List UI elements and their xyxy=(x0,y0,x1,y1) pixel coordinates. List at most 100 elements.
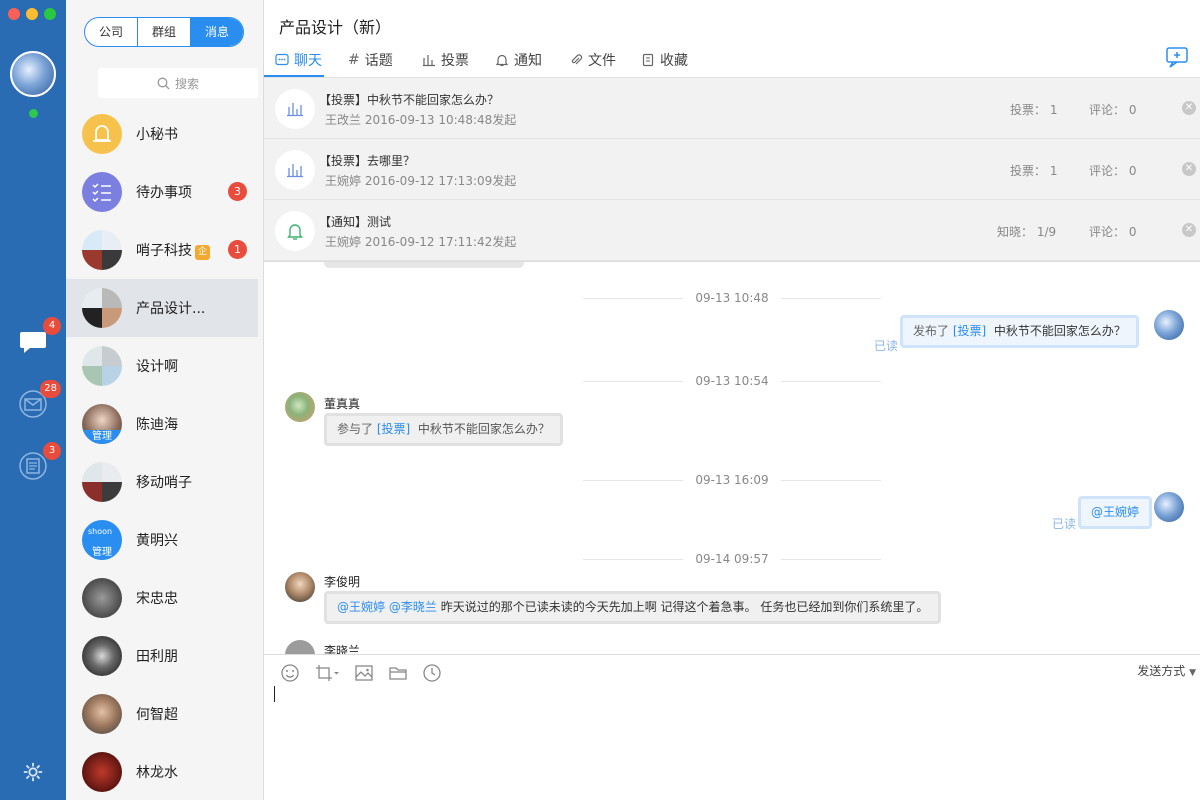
mention-link[interactable]: @王婉婷 xyxy=(1091,505,1139,519)
message-bubble-other[interactable]: @王婉婷 @李晓兰 昨天说过的那个已读未读的今天先加上啊 记得这个着急事。 任务… xyxy=(324,591,942,624)
avatar xyxy=(82,114,122,154)
conversation-title: 产品设计（新） xyxy=(279,18,392,37)
notice-stat-comments: 评论： 0 xyxy=(1089,164,1137,178)
contact-name: 待办事项 xyxy=(136,185,192,201)
chat-badge: 4 xyxy=(43,317,61,335)
tab-votes[interactable]: 投票 xyxy=(422,50,469,70)
conversation-item[interactable]: 林龙水 xyxy=(66,743,258,800)
send-mode-label: 发送方式 xyxy=(1137,664,1186,678)
sender-avatar[interactable] xyxy=(285,392,315,422)
conversation-item[interactable]: 何智超 xyxy=(66,685,258,743)
self-avatar[interactable] xyxy=(1154,310,1184,340)
sender-name: 李晓兰 xyxy=(324,644,361,654)
contact-name: 移动哨子 xyxy=(136,475,192,491)
vote-link[interactable]: [投票] xyxy=(377,422,410,436)
todo-list-icon xyxy=(92,183,111,203)
emoji-icon[interactable] xyxy=(280,663,300,683)
conversation-item[interactable]: 待办事项 3 xyxy=(66,163,258,221)
segment-company[interactable]: 公司 xyxy=(85,18,138,46)
sender-avatar[interactable] xyxy=(285,640,315,654)
message-bubble-self[interactable]: @王婉婷 xyxy=(1078,496,1153,529)
notice-item[interactable]: 【投票】去哪里？ 王婉婷 2016-09-12 17:13:09发起 投票： 1… xyxy=(264,139,1200,200)
image-icon[interactable] xyxy=(354,663,374,683)
sender-name: 董真真 xyxy=(324,397,361,411)
new-message-icon[interactable] xyxy=(1166,47,1190,69)
contact-name: 陈迪海 xyxy=(136,417,178,433)
tab-chat[interactable]: 聊天 xyxy=(275,50,322,70)
rail-chat-button[interactable]: 4 xyxy=(17,317,61,357)
unread-badge: 1 xyxy=(228,240,247,259)
hash-icon: # xyxy=(348,52,360,68)
avatar xyxy=(82,578,122,618)
tab-notices[interactable]: 通知 xyxy=(495,50,542,70)
avatar xyxy=(82,752,122,792)
text-cursor[interactable] xyxy=(274,686,275,702)
conversation-item-selected[interactable]: 产品设计... xyxy=(66,279,258,337)
self-avatar[interactable] xyxy=(1154,492,1184,522)
conversation-item[interactable]: 移动哨子 xyxy=(66,453,258,511)
message-bubble-other[interactable]: 参与了 [投票] 中秋节不能回家怎么办？ xyxy=(324,413,563,446)
close-icon[interactable]: ✕ xyxy=(1182,162,1196,176)
vote-link[interactable]: [投票] xyxy=(953,324,986,338)
notice-title: 【投票】去哪里？ xyxy=(319,154,416,168)
bell-icon xyxy=(495,54,509,67)
time-separator: 09-13 16:09 xyxy=(264,473,1200,487)
search-input[interactable]: 搜索 xyxy=(98,68,258,98)
tab-topics[interactable]: # 话题 xyxy=(348,50,393,70)
paperclip-icon xyxy=(571,54,583,65)
group-avatar xyxy=(82,230,122,270)
contact-name: 设计啊 xyxy=(136,359,178,375)
tab-label: 聊天 xyxy=(294,53,322,69)
bell-notice-icon xyxy=(275,211,315,251)
tab-favorites[interactable]: 收藏 xyxy=(641,50,688,70)
contact-name: 哨子科技企 xyxy=(136,240,210,260)
conversation-item[interactable]: shoon 管理 黄明兴 xyxy=(66,511,258,569)
conversation-item[interactable]: 哨子科技企 1 xyxy=(66,221,258,279)
conversation-item[interactable]: 小秘书 xyxy=(66,105,258,163)
mention-link[interactable]: @李晓兰 xyxy=(389,600,437,614)
message-bubble-self[interactable]: 发布了 [投票] 中秋节不能回家怎么办？ xyxy=(900,315,1139,348)
message-text: 中秋节不能回家怎么办？ xyxy=(417,422,550,436)
segment-messages[interactable]: 消息 xyxy=(191,18,243,46)
sender-avatar[interactable] xyxy=(285,572,315,602)
rail-notes-button[interactable]: 3 xyxy=(17,442,61,482)
settings-gear-icon[interactable] xyxy=(22,761,44,783)
clock-history-icon[interactable] xyxy=(422,663,442,683)
tab-files[interactable]: 文件 xyxy=(569,50,616,70)
read-receipt: 已读 xyxy=(874,339,899,353)
notice-subtitle: 王婉婷 2016-09-12 17:13:09发起 xyxy=(325,174,517,188)
notice-item[interactable]: 【通知】测试 王婉婷 2016-09-12 17:11:42发起 知晓： 1/9… xyxy=(264,200,1200,261)
notice-item[interactable]: 【投票】中秋节不能回家怎么办？ 王改兰 2016-09-13 10:48:48发… xyxy=(264,78,1200,139)
mention-link[interactable]: @王婉婷 xyxy=(337,600,385,614)
close-icon[interactable]: ✕ xyxy=(1182,101,1196,115)
tab-label: 文件 xyxy=(588,53,616,69)
scope-segmented-control: 公司 群组 消息 xyxy=(84,17,244,47)
conversation-item[interactable]: 管理 陈迪海 xyxy=(66,395,258,453)
enterprise-badge-icon: 企 xyxy=(195,245,210,260)
folder-icon[interactable] xyxy=(388,663,408,683)
mail-badge: 28 xyxy=(40,380,61,398)
segment-groups[interactable]: 群组 xyxy=(138,18,191,46)
contact-name: 黄明兴 xyxy=(136,533,178,549)
vote-chart-icon xyxy=(275,89,315,129)
partial-message-bubble xyxy=(324,262,524,268)
conversation-item[interactable]: 设计啊 xyxy=(66,337,258,395)
conversation-tabs: 聊天 # 话题 投票 通知 文件 收藏 xyxy=(264,42,1200,78)
send-mode-dropdown[interactable]: 发送方式 ▼ xyxy=(1137,662,1196,679)
message-composer: 发送方式 ▼ xyxy=(264,654,1200,800)
composer-toolbar xyxy=(280,663,442,683)
group-avatar xyxy=(82,462,122,502)
user-avatar[interactable] xyxy=(10,51,56,97)
close-icon[interactable]: ✕ xyxy=(1182,223,1196,237)
search-icon xyxy=(157,77,170,89)
zoom-window-button[interactable] xyxy=(44,8,56,20)
conversation-item[interactable]: 田利朋 xyxy=(66,627,258,685)
screenshot-crop-icon[interactable] xyxy=(314,663,340,683)
minimize-window-button[interactable] xyxy=(26,8,38,20)
rail-mail-button[interactable]: 28 xyxy=(17,380,61,420)
contact-name: 何智超 xyxy=(136,707,178,723)
left-rail: 4 28 3 xyxy=(0,0,66,800)
tab-label: 通知 xyxy=(514,53,542,69)
close-window-button[interactable] xyxy=(8,8,20,20)
conversation-item[interactable]: 宋忠忠 xyxy=(66,569,258,627)
